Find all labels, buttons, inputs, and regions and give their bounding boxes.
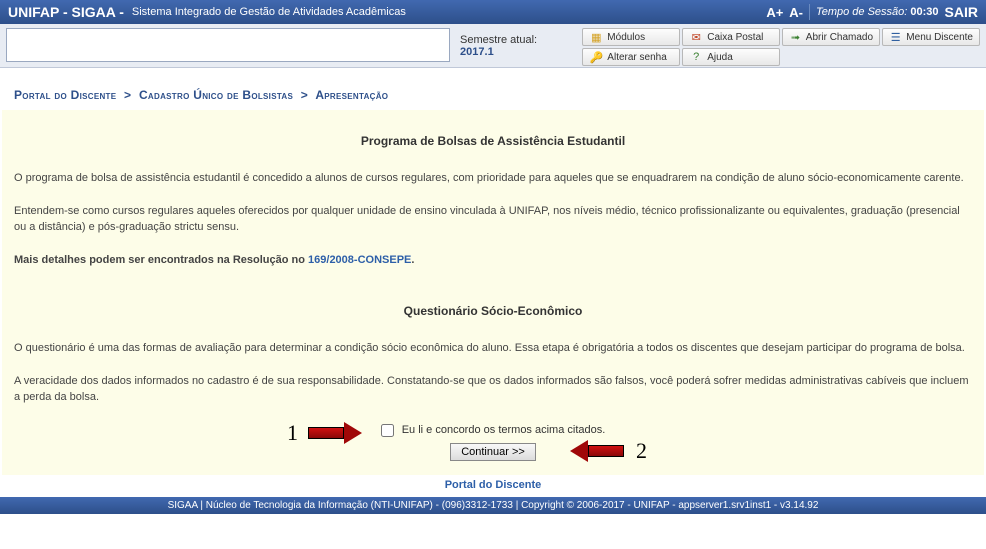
student-menu-icon: ☰ — [889, 30, 902, 44]
section-title-1: Programa de Bolsas de Assistência Estuda… — [14, 134, 972, 148]
session-label: Tempo de Sessão: — [816, 6, 907, 18]
session-time: 00:30 — [910, 6, 938, 18]
menu-grid: ▦ Módulos ✉ Caixa Postal ➟ Abrir Chamado… — [582, 28, 980, 66]
key-icon: 🔑 — [589, 50, 603, 64]
top-bar: UNIFAP - SIGAA - Sistema Integrado de Ge… — [0, 0, 986, 24]
help-icon: ? — [689, 50, 703, 64]
portal-link-row: Portal do Discente — [0, 475, 986, 497]
breadcrumb-separator: > — [301, 88, 308, 102]
student-menu-label: Menu Discente — [906, 32, 973, 43]
ticket-icon: ➟ — [789, 30, 802, 44]
breadcrumb: Portal do Discente > Cadastro Único de B… — [0, 68, 986, 110]
brand-title: UNIFAP - SIGAA - — [8, 4, 124, 20]
mailbox-label: Caixa Postal — [707, 32, 763, 43]
footer: SIGAA | Núcleo de Tecnologia da Informaç… — [0, 497, 986, 514]
modules-icon: ▦ — [589, 30, 603, 44]
paragraph-4: O questionário é uma das formas de avali… — [14, 340, 972, 357]
breadcrumb-2[interactable]: Cadastro Único de Bolsistas — [139, 88, 293, 102]
logout-button[interactable]: SAIR — [945, 4, 978, 20]
help-button[interactable]: ? Ajuda — [682, 48, 780, 66]
semester-display: Semestre atual: 2017.1 — [460, 34, 572, 58]
para3-suffix: . — [411, 254, 414, 266]
font-increase-button[interactable]: A+ — [766, 5, 783, 20]
agree-label: Eu li e concordo os termos acima citados… — [402, 424, 606, 436]
open-ticket-button[interactable]: ➟ Abrir Chamado — [782, 28, 880, 46]
ticket-label: Abrir Chamado — [806, 32, 873, 43]
paragraph-3: Mais detalhes podem ser encontrados na R… — [14, 252, 972, 269]
session-timer: Tempo de Sessão: 00:30 — [816, 6, 939, 18]
modules-label: Módulos — [607, 32, 645, 43]
arrow-icon — [308, 423, 364, 443]
para3-prefix: Mais detalhes podem ser encontrados na R… — [14, 254, 308, 266]
annotation-arrow-2: 2 — [570, 438, 647, 464]
user-info-box — [6, 28, 450, 62]
breadcrumb-separator: > — [124, 88, 131, 102]
change-password-button[interactable]: 🔑 Alterar senha — [582, 48, 680, 66]
divider — [809, 4, 810, 20]
agree-checkbox[interactable] — [381, 424, 394, 437]
paragraph-1: O programa de bolsa de assistência estud… — [14, 170, 972, 187]
arrow-icon — [570, 441, 626, 461]
continue-row: Continuar >> 2 — [14, 443, 972, 461]
annotation-number-2: 2 — [636, 438, 647, 464]
student-menu-button[interactable]: ☰ Menu Discente — [882, 28, 980, 46]
semester-label: Semestre atual: — [460, 34, 537, 46]
section-title-2: Questionário Sócio-Econômico — [14, 304, 972, 318]
paragraph-2: Entendem-se como cursos regulares aquele… — [14, 203, 972, 236]
semester-value: 2017.1 — [460, 46, 494, 58]
mailbox-icon: ✉ — [689, 30, 703, 44]
toolbar: Semestre atual: 2017.1 ▦ Módulos ✉ Caixa… — [0, 24, 986, 68]
change-password-label: Alterar senha — [607, 52, 666, 63]
brand-subtitle: Sistema Integrado de Gestão de Atividade… — [132, 6, 406, 18]
breadcrumb-1[interactable]: Portal do Discente — [14, 88, 116, 102]
help-label: Ajuda — [707, 52, 733, 63]
portal-discente-link[interactable]: Portal do Discente — [445, 479, 542, 491]
mailbox-button[interactable]: ✉ Caixa Postal — [682, 28, 780, 46]
agree-row: 1 Eu li e concordo os termos acima citad… — [14, 424, 972, 437]
resolution-link[interactable]: 169/2008-CONSEPE — [308, 254, 411, 266]
font-decrease-button[interactable]: A- — [789, 5, 803, 20]
paragraph-5: A veracidade dos dados informados no cad… — [14, 373, 972, 406]
modules-button[interactable]: ▦ Módulos — [582, 28, 680, 46]
continue-button[interactable]: Continuar >> — [450, 443, 536, 461]
breadcrumb-3: Apresentação — [315, 88, 388, 102]
content-panel: Programa de Bolsas de Assistência Estuda… — [2, 110, 984, 475]
